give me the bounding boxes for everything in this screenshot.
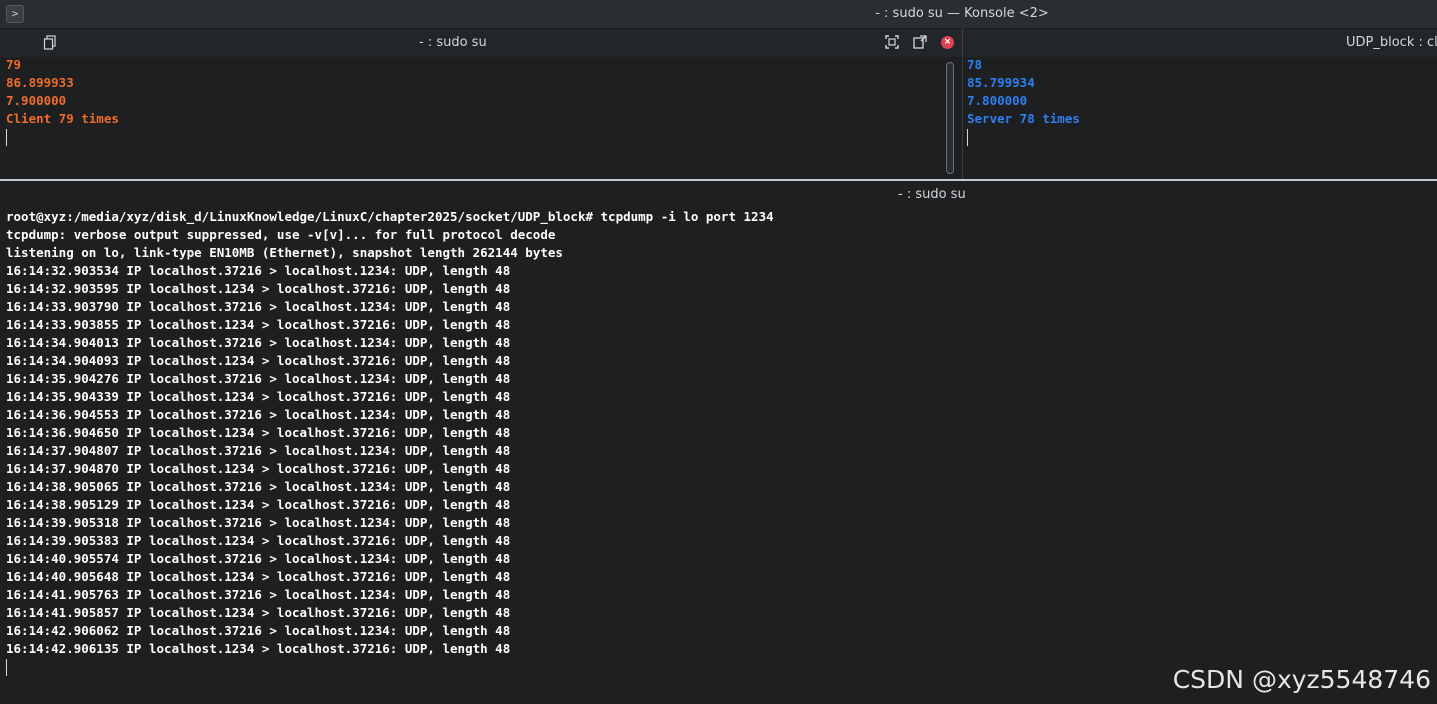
terminal-pane-server[interactable]: UDP_block : cli 78 85.799934 7.800000 Se… bbox=[963, 29, 1437, 179]
client-line: 86.899933 bbox=[6, 75, 74, 90]
server-line: 7.800000 bbox=[967, 93, 1028, 108]
scrollbar[interactable] bbox=[946, 62, 954, 174]
window-title: - : sudo su — Konsole <2> bbox=[875, 6, 1049, 21]
pane-title-server: UDP_block : cli bbox=[1346, 35, 1437, 50]
text-cursor bbox=[967, 129, 968, 146]
client-line: 79 bbox=[6, 57, 22, 72]
packet-line: 16:14:33.903855 IP localhost.1234 > loca… bbox=[6, 317, 511, 332]
packet-line: 16:14:40.905574 IP localhost.37216 > loc… bbox=[6, 551, 511, 566]
detach-icon[interactable] bbox=[912, 35, 928, 51]
window-titlebar: > - : sudo su — Konsole <2> bbox=[0, 0, 1437, 29]
packet-line: 16:14:39.905318 IP localhost.37216 > loc… bbox=[6, 515, 511, 530]
server-line: Server 78 times bbox=[967, 111, 1080, 126]
server-output: 78 85.799934 7.800000 Server 78 times bbox=[967, 56, 1080, 128]
server-line: 85.799934 bbox=[967, 75, 1035, 90]
pane-header-server: UDP_block : cli bbox=[963, 29, 1437, 57]
text-cursor bbox=[6, 659, 7, 676]
info-line: listening on lo, link-type EN10MB (Ether… bbox=[6, 245, 563, 260]
packet-line: 16:14:34.904093 IP localhost.1234 > loca… bbox=[6, 353, 511, 368]
packet-line: 16:14:38.905129 IP localhost.1234 > loca… bbox=[6, 497, 511, 512]
terminal-pane-client[interactable]: - : sudo su × 79 86.899933 7.900000 Clie… bbox=[0, 29, 962, 179]
client-line: Client 79 times bbox=[6, 111, 119, 126]
pane-title-tcpdump: - : sudo su bbox=[898, 187, 966, 202]
tcpdump-output: root@xyz:/media/xyz/disk_d/LinuxKnowledg… bbox=[6, 208, 774, 658]
packet-line: 16:14:36.904553 IP localhost.37216 > loc… bbox=[6, 407, 511, 422]
packet-line: 16:14:36.904650 IP localhost.1234 > loca… bbox=[6, 425, 511, 440]
pane-header-tcpdump: - : sudo su bbox=[0, 181, 1437, 209]
pane-header-client: - : sudo su × bbox=[0, 29, 962, 57]
packet-line: 16:14:42.906135 IP localhost.1234 > loca… bbox=[6, 641, 511, 656]
pane-title-client: - : sudo su bbox=[419, 35, 487, 50]
watermark: CSDN @xyz5548746 bbox=[1172, 665, 1431, 694]
packet-line: 16:14:37.904807 IP localhost.37216 > loc… bbox=[6, 443, 511, 458]
packet-line: 16:14:35.904339 IP localhost.1234 > loca… bbox=[6, 389, 511, 404]
text-cursor bbox=[6, 129, 7, 146]
packet-line: 16:14:32.903595 IP localhost.1234 > loca… bbox=[6, 281, 511, 296]
packet-line: 16:14:42.906062 IP localhost.37216 > loc… bbox=[6, 623, 511, 638]
terminal-pane-tcpdump[interactable]: - : sudo su root@xyz:/media/xyz/disk_d/L… bbox=[0, 181, 1437, 704]
packet-line: 16:14:38.905065 IP localhost.37216 > loc… bbox=[6, 479, 511, 494]
copy-icon[interactable] bbox=[42, 35, 58, 51]
client-line: 7.900000 bbox=[6, 93, 67, 108]
packet-line: 16:14:35.904276 IP localhost.37216 > loc… bbox=[6, 371, 511, 386]
packet-line: 16:14:39.905383 IP localhost.1234 > loca… bbox=[6, 533, 511, 548]
packet-line: 16:14:41.905857 IP localhost.1234 > loca… bbox=[6, 605, 511, 620]
packet-line: 16:14:40.905648 IP localhost.1234 > loca… bbox=[6, 569, 511, 584]
packet-line: 16:14:37.904870 IP localhost.1234 > loca… bbox=[6, 461, 511, 476]
client-output: 79 86.899933 7.900000 Client 79 times bbox=[6, 56, 119, 128]
packet-line: 16:14:33.903790 IP localhost.37216 > loc… bbox=[6, 299, 511, 314]
shell-prompt: root@xyz:/media/xyz/disk_d/LinuxKnowledg… bbox=[6, 209, 774, 224]
maximize-icon[interactable] bbox=[884, 35, 900, 51]
packet-line: 16:14:41.905763 IP localhost.37216 > loc… bbox=[6, 587, 511, 602]
server-line: 78 bbox=[967, 57, 983, 72]
packet-line: 16:14:32.903534 IP localhost.37216 > loc… bbox=[6, 263, 511, 278]
packet-line: 16:14:34.904013 IP localhost.37216 > loc… bbox=[6, 335, 511, 350]
info-line: tcpdump: verbose output suppressed, use … bbox=[6, 227, 556, 242]
close-icon[interactable]: × bbox=[941, 36, 954, 49]
